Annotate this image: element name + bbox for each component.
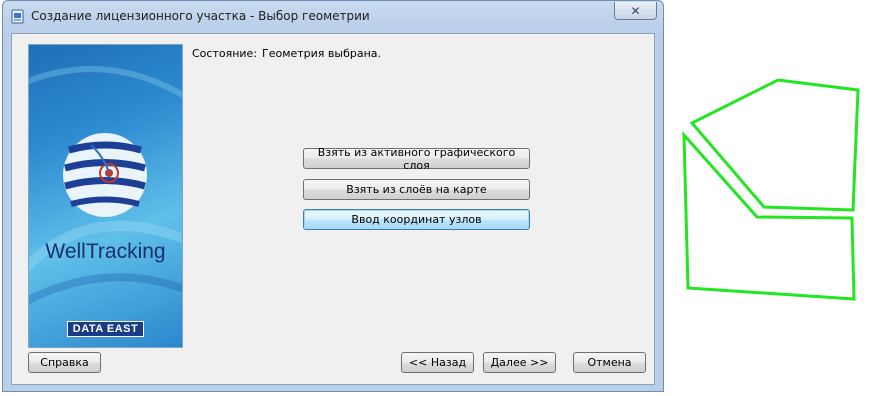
close-button[interactable]: ✕ (614, 2, 657, 20)
upper-polygon (689, 78, 860, 212)
status-value: Геометрия выбрана. (262, 47, 382, 60)
document-icon (11, 9, 24, 24)
lower-polygon (682, 130, 856, 301)
product-banner: WellTracking DATA EAST (28, 44, 183, 348)
enter-node-coordinates-button[interactable]: Ввод координат узлов (303, 209, 530, 230)
vendor-logo: DATA EAST (29, 321, 182, 337)
status-label: Состояние: (192, 47, 258, 60)
brand-name: WellTracking (45, 240, 166, 263)
back-button[interactable]: << Назад (401, 352, 474, 373)
banner-art (29, 66, 182, 305)
dialog-body: WellTracking DATA EAST Состояние: Геомет… (11, 33, 655, 385)
help-button[interactable]: Справка (28, 352, 101, 373)
next-button[interactable]: Далее >> (483, 352, 556, 373)
close-icon: ✕ (630, 3, 641, 18)
vendor-name: DATA EAST (66, 321, 145, 337)
title-bar[interactable]: Создание лицензионного участка - Выбор г… (3, 1, 663, 31)
take-from-map-layers-button[interactable]: Взять из слоёв на карте (303, 179, 530, 200)
window-title: Создание лицензионного участка - Выбор г… (31, 9, 370, 23)
globe-logo-icon (63, 133, 147, 217)
cancel-button[interactable]: Отмена (573, 352, 646, 373)
dialog-window: Создание лицензионного участка - Выбор г… (2, 0, 664, 392)
selected-geometry-polygon (682, 78, 860, 301)
take-from-active-layer-button[interactable]: Взять из активного графического слоя (303, 146, 530, 172)
